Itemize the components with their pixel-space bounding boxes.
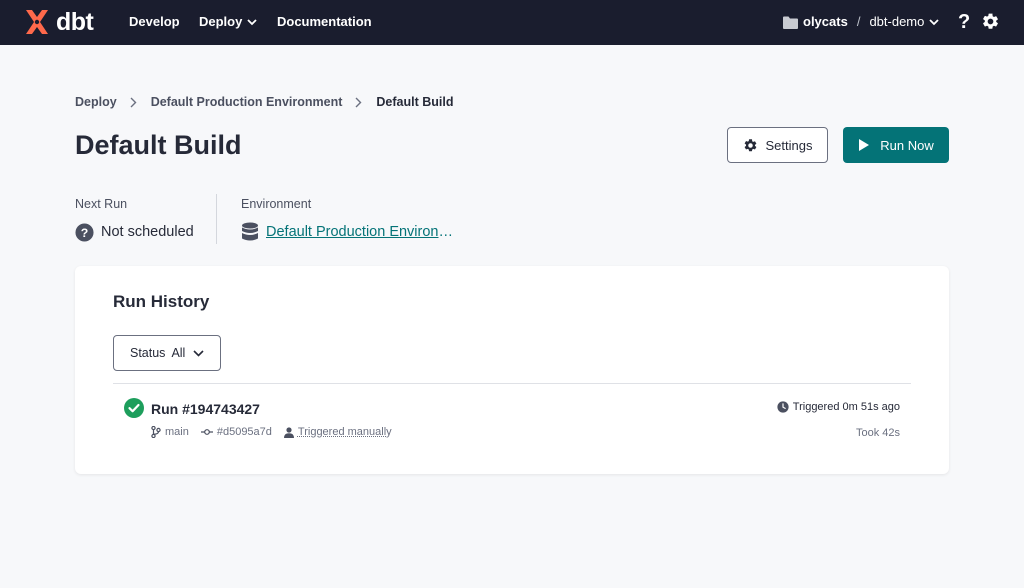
run-commit: #d5095a7d: [200, 425, 272, 439]
run-branch-name: main: [165, 426, 189, 438]
run-duration: Took 42s: [855, 427, 900, 439]
dbt-logo-icon: [26, 10, 48, 34]
settings-button[interactable]: Settings: [727, 127, 828, 163]
nav-deploy-label: Deploy: [199, 14, 243, 29]
run-now-button-label: Run Now: [880, 137, 934, 153]
run-history-title: Run History: [113, 292, 210, 311]
commit-icon: [200, 429, 213, 435]
run-trigger: Triggered manually: [283, 425, 392, 439]
account-name: olycats: [803, 14, 848, 29]
top-navigation: dbt Develop Deploy Documentation olycats…: [0, 0, 1024, 45]
chevron-down-icon: [929, 18, 939, 25]
nav-deploy[interactable]: Deploy: [199, 14, 257, 30]
gear-icon[interactable]: [981, 12, 1000, 31]
clock-icon: [777, 401, 789, 413]
run-trigger-text[interactable]: Triggered manually: [298, 425, 392, 439]
run-details: main #d5095a7d Triggered manually: [151, 425, 404, 439]
run-triggered-at-text: Triggered 0m 51s ago: [792, 401, 900, 413]
run-branch: main: [151, 425, 189, 439]
nav-develop-label: Develop: [129, 14, 180, 29]
run-history-card: Run History Status All Run #194743427 ma…: [75, 266, 949, 474]
project-name: dbt-demo: [869, 14, 925, 29]
help-icon[interactable]: ?: [958, 11, 970, 33]
chevron-right-icon: [355, 97, 362, 107]
run-title[interactable]: Run #194743427: [151, 400, 260, 418]
run-now-button[interactable]: Run Now: [843, 127, 949, 163]
environment-label: Environment: [241, 197, 312, 211]
nav-documentation-label: Documentation: [277, 14, 372, 29]
breadcrumb-environment[interactable]: Default Production Environment: [151, 94, 343, 110]
folder-icon: [783, 16, 798, 29]
svg-text:?: ?: [81, 225, 89, 239]
run-row[interactable]: Run #194743427 main #d5095a7d Triggered …: [113, 390, 911, 446]
next-run-value: ? Not scheduled: [75, 222, 194, 242]
card-divider: [113, 383, 911, 384]
project-selector[interactable]: olycats / dbt-demo: [783, 13, 939, 31]
run-commit-sha: #d5095a7d: [216, 426, 272, 438]
branch-icon: [151, 426, 161, 438]
environment-link[interactable]: Default Production Environment: [266, 222, 456, 242]
chevron-down-icon: [193, 349, 204, 357]
status-filter-dropdown[interactable]: Status All: [113, 335, 221, 371]
project-separator: /: [856, 14, 861, 29]
dbt-logo[interactable]: dbt: [22, 7, 94, 36]
breadcrumb: Deploy Default Production Environment De…: [75, 94, 453, 110]
gear-icon: [744, 138, 756, 151]
play-icon: [859, 139, 870, 151]
chevron-down-icon: [247, 18, 257, 25]
breadcrumb-current: Default Build: [376, 95, 454, 109]
page-title: Default Build: [75, 130, 242, 160]
next-run-label: Next Run: [75, 197, 128, 211]
nav-develop[interactable]: Develop: [129, 14, 180, 30]
next-run-text: Not scheduled: [101, 224, 194, 240]
status-filter-label: Status: [130, 346, 166, 360]
breadcrumb-deploy[interactable]: Deploy: [75, 94, 117, 110]
environment-value: Default Production Environment: [241, 222, 456, 242]
chevron-right-icon: [130, 97, 137, 107]
run-triggered-at: Triggered 0m 51s ago: [777, 400, 900, 414]
meta-divider: [216, 194, 217, 244]
question-circle-icon: ?: [75, 222, 94, 242]
check-circle-icon: [124, 398, 144, 418]
nav-documentation[interactable]: Documentation: [277, 14, 372, 30]
user-icon: [283, 426, 294, 438]
settings-button-label: Settings: [765, 137, 813, 153]
database-icon: [242, 222, 258, 241]
logo-text: dbt: [56, 7, 94, 36]
status-filter-value: All: [171, 346, 186, 360]
